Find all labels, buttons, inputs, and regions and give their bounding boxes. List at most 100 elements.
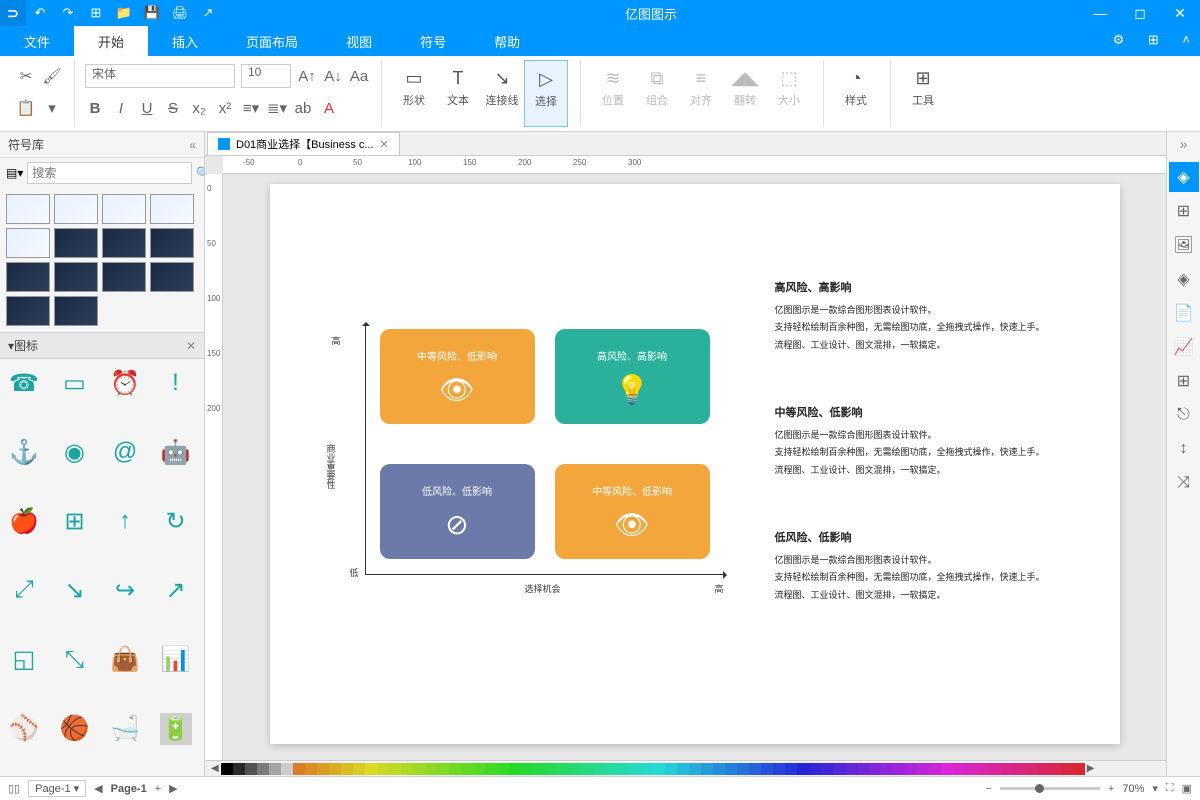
quadrant-top-left[interactable]: 中等风险、低影响👁 [380, 329, 535, 424]
color-swatch[interactable] [629, 763, 641, 775]
tools-button[interactable]: ⊞工具 [901, 60, 945, 127]
bullet-icon[interactable]: ≡▾ [241, 98, 261, 118]
zoom-slider[interactable] [1000, 787, 1100, 790]
color-swatch[interactable] [545, 763, 557, 775]
palette-left-icon[interactable]: ◀ [209, 763, 221, 774]
collapse-left-icon[interactable]: « [189, 138, 196, 152]
color-swatch[interactable] [845, 763, 857, 775]
bg-thumb[interactable] [6, 194, 50, 224]
bg-thumb[interactable] [6, 228, 50, 258]
color-swatch[interactable] [305, 763, 317, 775]
color-swatch[interactable] [365, 763, 377, 775]
close-button[interactable]: ✕ [1160, 5, 1200, 22]
export-panel-tab[interactable]: ⎋ [1169, 400, 1199, 430]
color-swatch[interactable] [797, 763, 809, 775]
apps-icon[interactable]: ⊞ [1138, 26, 1169, 54]
bg-thumb[interactable] [150, 194, 194, 224]
color-swatch[interactable] [869, 763, 881, 775]
zoom-level[interactable]: 70% [1122, 783, 1144, 795]
tab-start[interactable]: 开始 [74, 26, 148, 56]
palette-right-icon[interactable]: ▶ [1085, 763, 1097, 774]
color-swatch[interactable] [809, 763, 821, 775]
expand-icon[interactable]: ⤢ [8, 574, 40, 606]
color-swatch[interactable] [593, 763, 605, 775]
color-swatch[interactable] [257, 763, 269, 775]
underline-icon[interactable]: U [137, 98, 157, 118]
export-button[interactable]: ↗ [194, 5, 222, 21]
color-swatch[interactable] [389, 763, 401, 775]
change-case-icon[interactable]: Aa [349, 66, 369, 86]
prev-page-icon[interactable]: ◀ [94, 782, 102, 795]
tab-layout[interactable]: 页面布局 [222, 26, 322, 56]
color-swatch[interactable] [425, 763, 437, 775]
color-swatch[interactable] [785, 763, 797, 775]
theme-panel-tab[interactable]: ◈ [1169, 162, 1199, 192]
table-panel-tab[interactable]: ⊞ [1169, 366, 1199, 396]
bold-icon[interactable]: B [85, 98, 105, 118]
color-swatch[interactable] [749, 763, 761, 775]
color-swatch[interactable] [953, 763, 965, 775]
android-icon[interactable]: 🤖 [160, 436, 192, 468]
color-swatch[interactable] [1025, 763, 1037, 775]
color-swatch[interactable] [1001, 763, 1013, 775]
library-dropdown-icon[interactable]: ▤▾ [6, 166, 23, 180]
exclaim-icon[interactable]: ! [160, 367, 192, 399]
tab-file[interactable]: 文件 [0, 26, 74, 56]
spacing-panel-tab[interactable]: ↕ [1169, 434, 1199, 464]
color-swatch[interactable] [557, 763, 569, 775]
bg-thumb[interactable] [6, 262, 50, 292]
layout-panel-tab[interactable]: ⊞ [1169, 196, 1199, 226]
quadrant-bottom-left[interactable]: 低风险、低影响⊘ [380, 464, 535, 559]
bg-thumb[interactable] [102, 228, 146, 258]
settings-icon[interactable]: ⚙ [1103, 26, 1135, 54]
arrow-up-icon[interactable]: ↑ [109, 505, 141, 537]
color-swatch[interactable] [665, 763, 677, 775]
color-swatch[interactable] [1061, 763, 1073, 775]
color-swatch[interactable] [221, 763, 233, 775]
italic-icon[interactable]: I [111, 98, 131, 118]
clipboard-more-icon[interactable]: ▾ [42, 98, 62, 118]
color-swatch[interactable] [269, 763, 281, 775]
subscript-icon[interactable]: x₂ [189, 98, 209, 118]
color-swatch[interactable] [473, 763, 485, 775]
color-swatch[interactable] [773, 763, 785, 775]
id-card-icon[interactable]: ▭ [59, 367, 91, 399]
maximize-button[interactable]: ◻ [1120, 5, 1160, 22]
color-swatch[interactable] [521, 763, 533, 775]
color-swatch[interactable] [497, 763, 509, 775]
close-section-icon[interactable]: ✕ [186, 339, 196, 353]
at-icon[interactable]: @ [109, 436, 141, 468]
color-swatch[interactable] [353, 763, 365, 775]
page-select[interactable]: Page-1 ▾ [28, 780, 86, 797]
color-swatch[interactable] [725, 763, 737, 775]
font-size-select[interactable]: 10 [241, 64, 291, 88]
bg-thumb[interactable] [150, 228, 194, 258]
refresh-icon[interactable]: ↻ [160, 505, 192, 537]
color-swatch[interactable] [1049, 763, 1061, 775]
color-swatch[interactable] [533, 763, 545, 775]
quadrant-bottom-right[interactable]: 中等风险、低影响👁 [555, 464, 710, 559]
flip-button[interactable]: ◢◣翻转 [723, 60, 767, 127]
color-swatch[interactable] [965, 763, 977, 775]
color-swatch[interactable] [989, 763, 1001, 775]
bg-thumb[interactable] [102, 262, 146, 292]
color-swatch[interactable] [857, 763, 869, 775]
color-swatch[interactable] [413, 763, 425, 775]
page-nav-icon[interactable]: ▯▯ [8, 782, 20, 795]
color-swatch[interactable] [689, 763, 701, 775]
text-block-2[interactable]: 中等风险、低影响亿图图示是一款综合图形图表设计软件。支持轻松绘制百余种图，无需绘… [775, 404, 1075, 480]
document-tab[interactable]: D01商业选择【Business c... ✕ [207, 132, 400, 155]
contact-icon[interactable]: ☎ [8, 367, 40, 399]
font-grow-icon[interactable]: A↑ [297, 66, 317, 86]
text-tool-button[interactable]: T文本 [436, 60, 480, 127]
color-swatch[interactable] [281, 763, 293, 775]
color-swatch[interactable] [917, 763, 929, 775]
basketball-icon[interactable]: 🏀 [59, 713, 91, 745]
color-swatch[interactable] [641, 763, 653, 775]
shuffle-panel-tab[interactable]: ⤨ [1169, 468, 1199, 498]
font-family-select[interactable]: 宋体 [85, 64, 235, 88]
chart-icon[interactable]: 📊 [160, 644, 192, 676]
collapse-right-icon[interactable]: » [1180, 136, 1188, 152]
superscript-icon[interactable]: x² [215, 98, 235, 118]
style-button[interactable]: ◔样式 [834, 60, 878, 127]
